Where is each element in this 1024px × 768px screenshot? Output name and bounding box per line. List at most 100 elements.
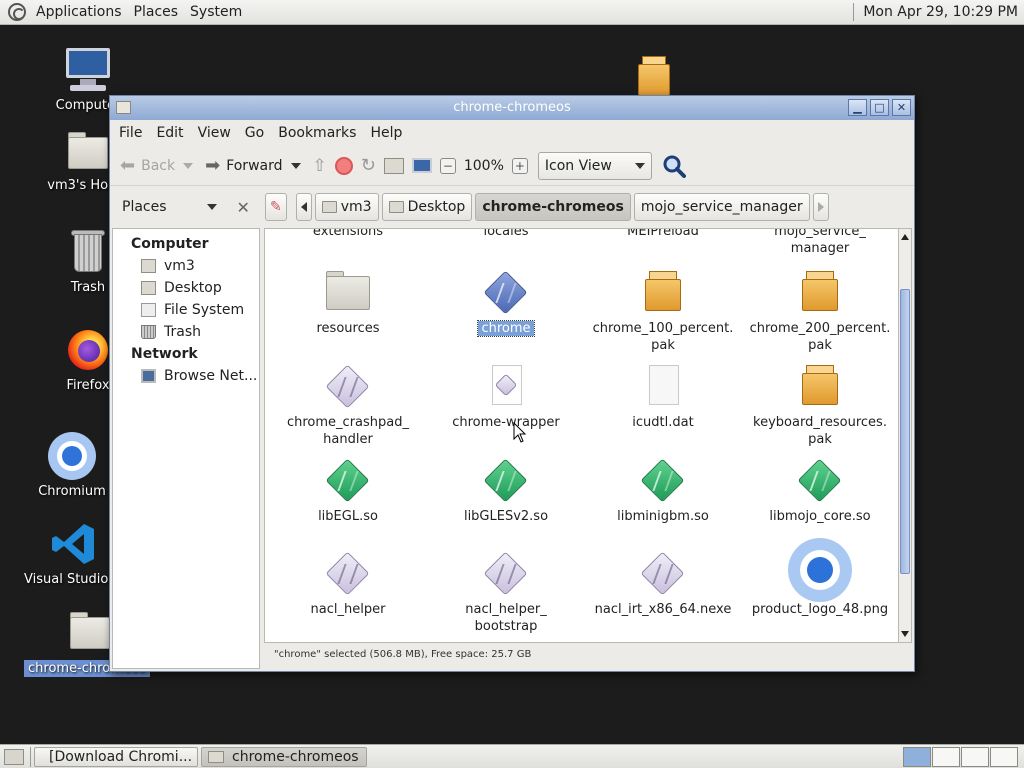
chevron-left-icon [300,202,307,212]
applications-menu[interactable]: Applications [30,4,128,20]
menu-bookmarks[interactable]: Bookmarks [273,125,361,141]
library-icon [640,458,685,503]
file-item[interactable]: chrome_200_percent. pak [745,271,895,354]
clock-text[interactable]: Mon Apr 29, 10:29 PM [863,4,1018,20]
back-history-dropdown[interactable] [179,150,197,182]
close-button[interactable]: ✕ [892,99,911,116]
path-segment-label: Desktop [407,199,466,215]
zoom-out-button[interactable]: − [436,150,460,182]
titlebar[interactable]: chrome-chromeos ▁ □ ✕ [110,96,914,120]
forward-history-dropdown[interactable] [287,150,305,182]
distro-logo-icon[interactable] [8,3,26,21]
scrollbar-thumb[interactable] [900,289,910,574]
task-download-chromium[interactable]: [Download Chromi... [34,746,198,767]
file-item[interactable]: locales [431,229,581,240]
window-title: chrome-chromeos [453,100,571,115]
reload-button[interactable]: ↻ [357,150,380,182]
path-scroll-left-button[interactable] [295,193,312,221]
scroll-down-icon[interactable] [901,631,909,637]
scroll-up-icon[interactable] [901,234,909,240]
workspace-3[interactable] [961,746,989,767]
sidebar-item-vm3[interactable]: vm3 [113,255,259,277]
zoom-level[interactable]: 100% [460,150,508,182]
clock[interactable]: Mon Apr 29, 10:29 PM [853,3,1024,21]
zoom-in-button[interactable]: + [508,150,532,182]
file-item[interactable]: chrome_100_percent. pak [588,271,738,354]
firefox-icon [64,326,112,374]
executable-icon [325,364,370,409]
view-mode-select[interactable]: Icon View [537,151,652,180]
side-pane-selector[interactable]: Places [122,199,167,215]
file-item-selected[interactable]: chrome [431,270,581,337]
sidebar-item-trash[interactable]: Trash [113,321,259,343]
file-item[interactable]: nacl_helper [273,551,423,618]
path-segment-desktop[interactable]: Desktop [381,193,473,221]
menu-edit[interactable]: Edit [151,125,188,141]
system-menu[interactable]: System [184,4,248,20]
minimize-button[interactable]: ▁ [848,99,867,116]
file-item[interactable]: product_logo_48.png [745,538,895,618]
panel-separator [30,746,31,767]
maximize-button[interactable]: □ [870,99,889,116]
file-item[interactable]: mojo_service_ manager [745,228,895,257]
workspace-4[interactable] [990,746,1018,767]
up-button[interactable]: ⇧ [309,150,331,182]
file-name-text: chrome [477,320,535,337]
file-item[interactable]: keyboard_resources. pak [745,365,895,448]
workspace-1[interactable] [903,746,931,767]
file-item[interactable]: libminigbm.so [588,458,738,525]
toggle-location-button[interactable]: ✎ [265,193,287,221]
file-name: mojo_service_ manager [774,228,866,256]
chevron-down-icon[interactable] [206,204,217,210]
file-item[interactable]: chrome_crashpad_ handler [273,364,423,448]
file-item[interactable]: MEIPreload [588,229,738,240]
places-menu[interactable]: Places [128,4,185,20]
file-item[interactable]: nacl_helper_ bootstrap [431,551,581,635]
file-item[interactable]: icudtl.dat [588,365,738,431]
side-pane-header: Places ✕ [110,187,260,227]
search-button[interactable] [658,150,690,182]
file-item[interactable]: libmojo_core.so [745,458,895,525]
path-segment-chrome-chromeos[interactable]: chrome-chromeos [475,193,631,221]
menu-go[interactable]: Go [240,125,269,141]
path-segment-vm3[interactable]: vm3 [314,193,379,221]
file-name: libEGL.so [318,509,378,524]
home-button[interactable] [380,150,408,182]
file-manager-window: chrome-chromeos ▁ □ ✕ File Edit View Go … [109,95,915,672]
library-icon [325,458,370,503]
file-view[interactable]: extensions locales MEIPreload mojo_servi… [264,228,898,643]
file-item[interactable]: resources [273,271,423,337]
back-button[interactable]: ⬅ Back [116,150,179,182]
show-desktop-icon[interactable] [4,748,24,765]
forward-button[interactable]: ➡ Forward [201,150,286,182]
package-icon[interactable] [636,56,672,96]
stop-button[interactable] [331,150,357,182]
file-name: nacl_irt_x86_64.nexe [594,602,732,617]
vertical-scrollbar[interactable] [898,228,912,643]
zoom-out-icon: − [439,157,456,174]
home-folder-icon [64,126,112,174]
menu-file[interactable]: File [114,125,147,141]
path-segment-label: vm3 [340,199,372,215]
path-scroll-right-button[interactable] [812,193,829,221]
path-segment-mojo[interactable]: mojo_service_manager [633,193,810,221]
computer-button[interactable] [408,150,436,182]
sidebar-item-label: Desktop [164,280,222,296]
sidebar-item-desktop[interactable]: Desktop [113,277,259,299]
desktop-folder-icon [141,281,156,295]
task-chrome-chromeos[interactable]: chrome-chromeos [201,746,367,767]
file-item[interactable]: libGLESv2.so [431,458,581,525]
menu-view[interactable]: View [193,125,236,141]
file-item[interactable]: libEGL.so [273,458,423,525]
file-item[interactable]: extensions [273,228,423,240]
menu-help[interactable]: Help [365,125,407,141]
workspace-2[interactable] [932,746,960,767]
sidebar-item-browse-network[interactable]: Browse Net... [113,365,259,387]
sidebar-item-file-system[interactable]: File System [113,299,259,321]
file-item[interactable]: nacl_irt_x86_64.nexe [588,551,738,618]
library-icon [483,458,528,503]
desktop-icon-chromium[interactable]: Chromium [22,432,122,499]
file-item[interactable]: chrome-wrapper [431,365,581,431]
close-icon[interactable]: ✕ [237,198,250,217]
file-name: extensions [312,228,384,239]
